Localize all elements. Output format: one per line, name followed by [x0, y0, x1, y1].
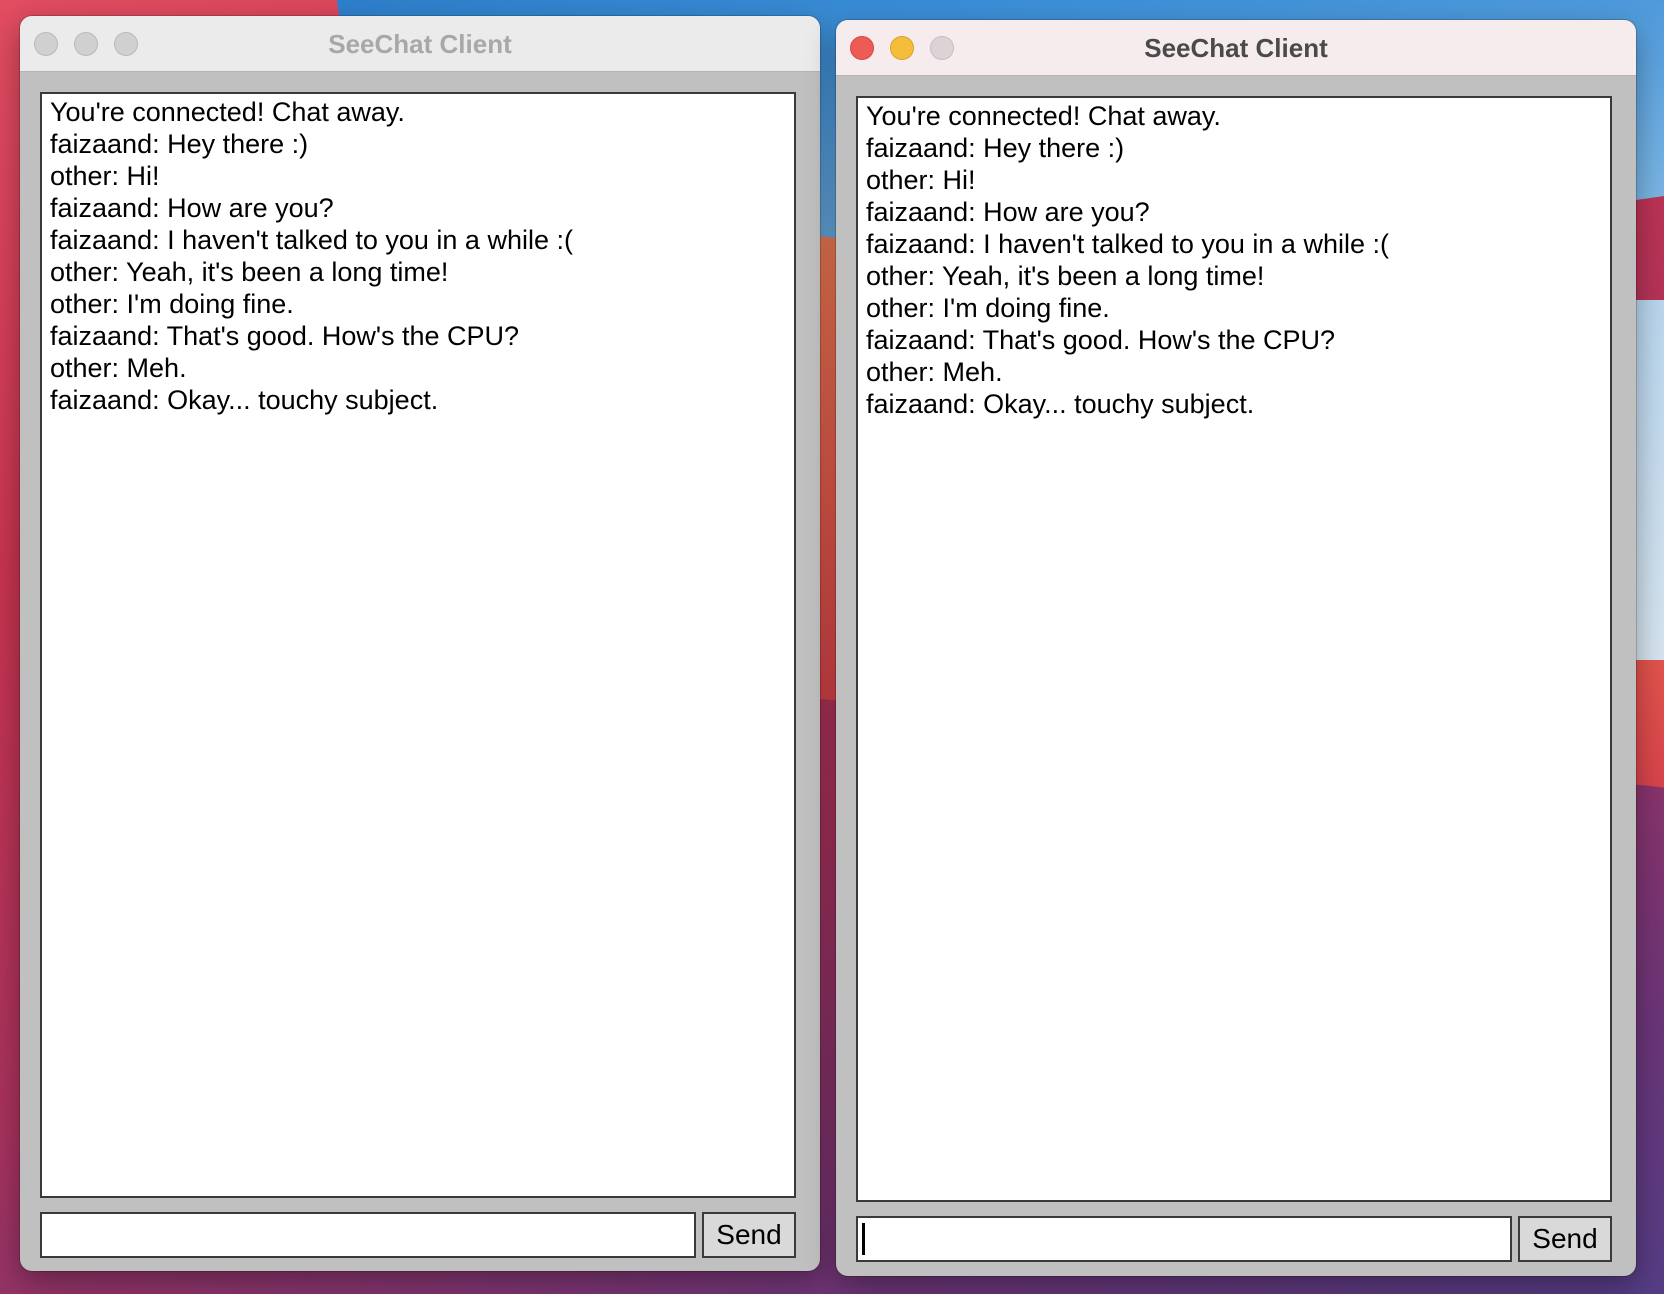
title-bar[interactable]: SeeChat Client	[20, 16, 820, 72]
send-button[interactable]: Send	[1518, 1216, 1612, 1262]
chat-message: faizaand: I haven't talked to you in a w…	[50, 225, 573, 255]
compose-row: Send	[40, 1212, 796, 1258]
message-input[interactable]	[40, 1212, 696, 1258]
chat-message: other: Hi!	[50, 161, 160, 191]
chat-window-left: SeeChat Client You're connected! Chat aw…	[20, 16, 820, 1271]
chat-message: You're connected! Chat away.	[50, 97, 405, 127]
chat-message: faizaand: That's good. How's the CPU?	[866, 325, 1336, 355]
chat-message: faizaand: Hey there :)	[50, 129, 309, 159]
chat-log[interactable]: You're connected! Chat away. faizaand: H…	[40, 92, 796, 1198]
chat-message: other: Meh.	[866, 357, 1003, 387]
chat-message: other: I'm doing fine.	[866, 293, 1110, 323]
chat-message: faizaand: Okay... touchy subject.	[50, 385, 439, 415]
chat-message: other: Hi!	[866, 165, 976, 195]
title-bar[interactable]: SeeChat Client	[836, 20, 1636, 76]
chat-message: faizaand: How are you?	[866, 197, 1150, 227]
chat-log[interactable]: You're connected! Chat away. faizaand: H…	[856, 96, 1612, 1202]
message-input[interactable]	[856, 1216, 1512, 1262]
window-title: SeeChat Client	[1144, 33, 1328, 63]
chat-message: faizaand: I haven't talked to you in a w…	[866, 229, 1389, 259]
chat-message: other: Meh.	[50, 353, 187, 383]
chat-message: You're connected! Chat away.	[866, 101, 1221, 131]
chat-message: faizaand: Hey there :)	[866, 133, 1125, 163]
chat-message: other: Yeah, it's been a long time!	[866, 261, 1265, 291]
chat-message: other: I'm doing fine.	[50, 289, 294, 319]
chat-message: other: Yeah, it's been a long time!	[50, 257, 449, 287]
chat-message: faizaand: That's good. How's the CPU?	[50, 321, 520, 351]
send-button[interactable]: Send	[702, 1212, 796, 1258]
chat-window-right: SeeChat Client You're connected! Chat aw…	[836, 20, 1636, 1276]
chat-message: faizaand: How are you?	[50, 193, 334, 223]
compose-row: Send	[856, 1216, 1612, 1262]
window-title: SeeChat Client	[328, 29, 512, 59]
chat-message: faizaand: Okay... touchy subject.	[866, 389, 1255, 419]
text-caret	[862, 1223, 865, 1255]
